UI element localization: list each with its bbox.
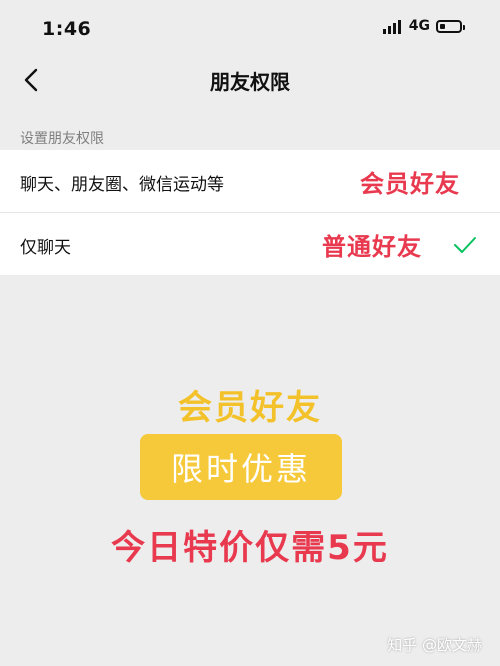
option-chat-only[interactable]: 仅聊天 普通好友 [0,212,500,274]
page-title: 朋友权限 [210,70,290,94]
promo-title: 会员好友 [178,388,322,428]
status-time: 1:46 [42,18,92,40]
status-bar: 1:46 4G [0,0,500,52]
promo-badge-text: 限时优惠 [170,450,311,488]
nav-bar: 朋友权限 [0,52,500,110]
network-type: 4G [408,18,430,34]
option-tag-regular: 普通好友 [322,233,422,261]
signal-icon [382,18,401,34]
battery-icon [436,19,465,33]
status-indicators: 4G [382,18,465,34]
option-label: 聊天、朋友圈、微信运动等 [20,175,224,195]
watermark: 知乎 @欧文赫 [387,636,482,654]
check-icon [454,237,476,253]
option-tag-member: 会员好友 [360,170,460,198]
promo-price: 今日特价仅需5元 [111,528,389,568]
option-chat-moments-werun[interactable]: 聊天、朋友圈、微信运动等 会员好友 [0,150,500,212]
option-label: 仅聊天 [20,238,71,258]
battery-level [440,23,445,29]
section-label: 设置朋友权限 [20,131,104,147]
permission-options-list: 聊天、朋友圈、微信运动等 会员好友 仅聊天 普通好友 [0,150,500,275]
promo-badge: 限时优惠 [140,434,342,500]
